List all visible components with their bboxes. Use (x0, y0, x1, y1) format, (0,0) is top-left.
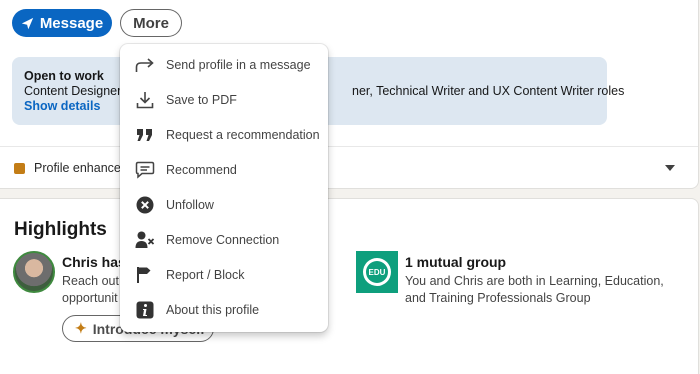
remove-person-icon (135, 230, 155, 250)
mutual-group-description: You and Chris are both in Learning, Educ… (405, 274, 664, 305)
menu-item-about-profile[interactable]: About this profile (120, 295, 328, 325)
info-icon (135, 300, 155, 320)
profile-enhanced-row[interactable]: Profile enhanced (14, 161, 128, 175)
group-logo[interactable]: EDU (356, 251, 398, 293)
menu-item-label: Report / Block (166, 268, 245, 282)
profile-top-card: Message More Open to work Content Design… (0, 0, 699, 189)
chevron-down-icon[interactable] (665, 165, 675, 171)
more-menu: Send profile in a message Save to PDF Re… (120, 44, 328, 332)
menu-item-label: Send profile in a message (166, 58, 311, 72)
more-button[interactable]: More (120, 9, 182, 37)
sparkle-icon: ✦ (75, 320, 87, 336)
send-icon (21, 17, 34, 30)
quote-icon (135, 125, 155, 145)
speech-bubble-icon (135, 160, 155, 180)
avatar[interactable] (13, 251, 55, 293)
menu-item-remove-connection[interactable]: Remove Connection (120, 225, 328, 255)
description-line: Reach out (62, 274, 119, 288)
menu-item-unfollow[interactable]: Unfollow (120, 190, 328, 220)
group-logo-text: EDU (366, 261, 388, 283)
menu-item-label: Save to PDF (166, 93, 237, 107)
profile-enhanced-label: Profile enhanced (34, 161, 128, 175)
flag-icon (135, 265, 155, 285)
close-circle-icon (135, 195, 155, 215)
menu-item-recommend[interactable]: Recommend (120, 155, 328, 185)
more-button-label: More (133, 14, 169, 32)
menu-item-label: Recommend (166, 163, 237, 177)
open-to-work-roles-continued: ner, Technical Writer and UX Content Wri… (352, 84, 625, 98)
menu-item-report-block[interactable]: Report / Block (120, 260, 328, 290)
group-logo-ring: EDU (363, 258, 391, 286)
highlights-title: Highlights (14, 219, 107, 240)
message-button[interactable]: Message (12, 9, 112, 37)
menu-item-send-profile[interactable]: Send profile in a message (120, 50, 328, 80)
download-icon (135, 90, 155, 110)
highlight-person-title: Chris has (62, 254, 126, 270)
message-button-label: Message (39, 14, 104, 32)
premium-icon (14, 162, 25, 174)
highlight-person-description: Reach out opportunit (62, 273, 119, 307)
menu-item-label: Remove Connection (166, 233, 280, 247)
menu-item-label: About this profile (166, 303, 260, 317)
share-arrow-icon (135, 55, 155, 75)
menu-item-label: Request a recommendation (166, 128, 320, 142)
mutual-group-title[interactable]: 1 mutual group (405, 254, 506, 270)
menu-item-request-recommendation[interactable]: Request a recommendation (120, 120, 328, 150)
menu-item-save-pdf[interactable]: Save to PDF (120, 85, 328, 115)
description-line: opportunit (62, 291, 118, 305)
menu-item-label: Unfollow (166, 198, 214, 212)
divider (0, 146, 698, 147)
